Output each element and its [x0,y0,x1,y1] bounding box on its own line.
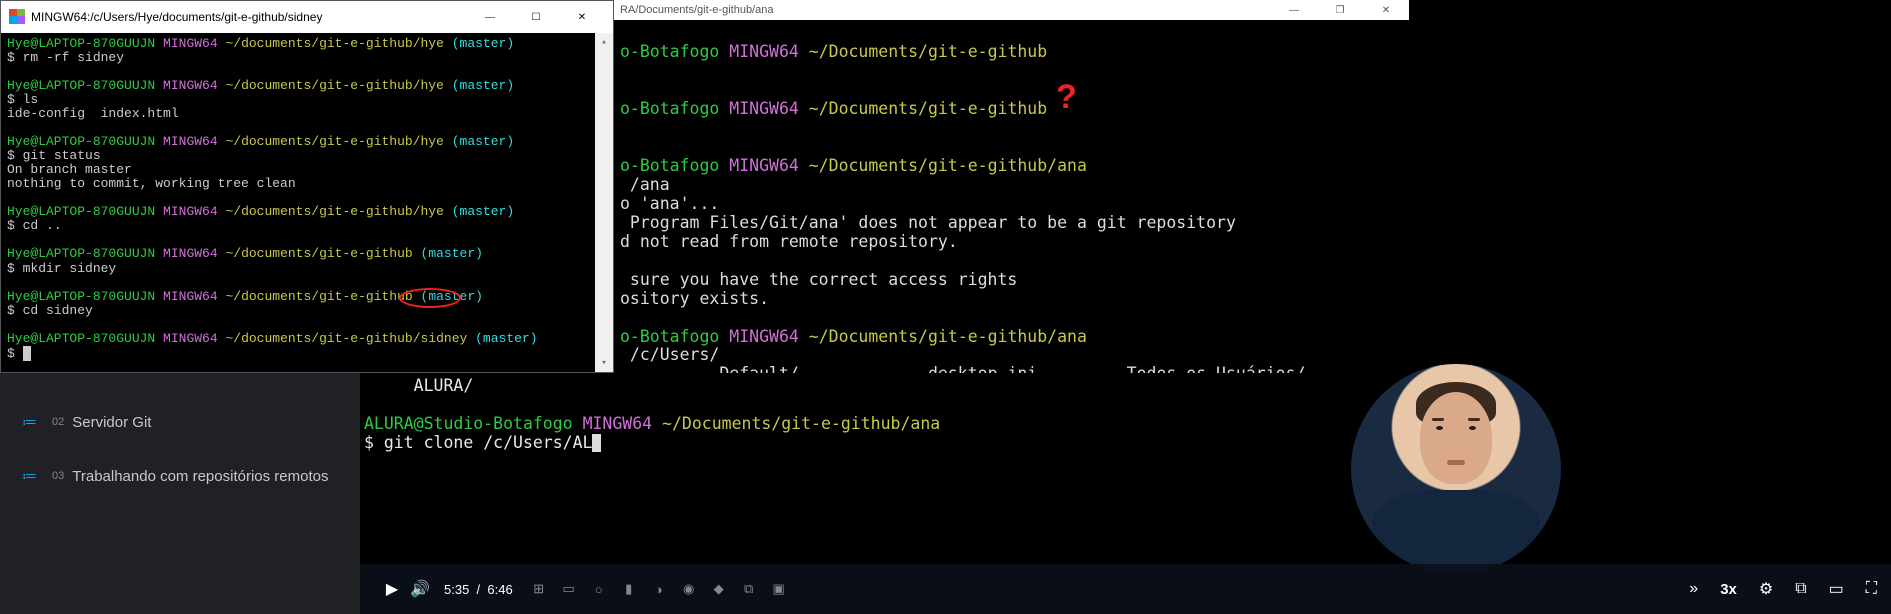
window-title: MINGW64:/c/Users/Hye/documents/git-e-git… [31,10,467,24]
titlebar[interactable]: MINGW64:/c/Users/Hye/documents/git-e-git… [1,1,613,33]
volume-button[interactable]: 🔊 [406,579,434,599]
scrollbar[interactable]: ▴ ▾ [595,33,613,372]
course-sidebar: ≔ 02 Servidor Git ≔ 03 Trabalhando com r… [0,373,360,614]
close-button[interactable]: ✕ [1363,0,1409,20]
presenter-webcam [1351,364,1561,574]
gitbash-window-left: MINGW64:/c/Users/Hye/documents/git-e-git… [0,0,614,373]
scroll-up-icon[interactable]: ▴ [595,33,613,51]
sidebar-item-number: 02 [52,416,64,428]
cortana-icon[interactable]: ○ [591,581,607,597]
settings-icon[interactable]: ⚙ [1759,579,1773,599]
windows-icon[interactable]: ⊞ [531,581,547,597]
edge-icon[interactable]: ◑ [651,581,667,597]
maximize-button[interactable]: ☐ [513,2,559,32]
fast-forward-button[interactable]: » [1689,580,1698,598]
sidebar-item-label: Trabalhando com repositórios remotos [72,468,328,485]
task-view-icon[interactable]: ▭ [561,581,577,597]
list-icon: ≔ [22,467,38,485]
app-icon[interactable]: ◆ [711,581,727,597]
theater-icon[interactable]: ▭ [1829,579,1844,599]
scroll-down-icon[interactable]: ▾ [595,354,613,372]
vscode-icon[interactable]: ⧉ [741,581,757,597]
sidebar-item-servidor-git[interactable]: ≔ 02 Servidor Git [0,395,360,449]
list-icon: ≔ [22,413,38,431]
player-right-controls: » 3x ⚙ ⧉ ▭ ⛶ [1561,564,1891,614]
fullscreen-icon[interactable]: ⛶ [1866,580,1877,598]
sidebar-item-number: 03 [52,470,64,482]
playback-speed[interactable]: 3x [1720,581,1737,598]
time-display: 5:35 / 6:46 [444,582,513,597]
window-title: RA/Documents/git-e-github/ana [620,4,773,16]
sidebar-item-label: Servidor Git [72,414,151,431]
minimize-button[interactable]: — [467,2,513,32]
gitbash-window-right-titlebar[interactable]: RA/Documents/git-e-github/ana — ❐ ✕ [614,0,1409,20]
taskbar-app-icons: ⊞ ▭ ○ ▮ ◑ ◉ ◆ ⧉ ▣ [531,581,787,597]
chrome-icon[interactable]: ◉ [681,581,697,597]
play-button[interactable]: ▶ [378,579,406,599]
minimize-button[interactable]: — [1271,0,1317,20]
maximize-button[interactable]: ❐ [1317,0,1363,20]
video-player-bar: ▶ 🔊 5:35 / 6:46 ⊞ ▭ ○ ▮ ◑ ◉ ◆ ⧉ ▣ [360,564,1561,614]
pip-icon[interactable]: ⧉ [1795,580,1806,598]
terminal-icon[interactable]: ▣ [771,581,787,597]
sidebar-item-repositorios-remotos[interactable]: ≔ 03 Trabalhando com repositórios remoto… [0,449,360,503]
close-button[interactable]: ✕ [559,2,605,32]
terminal-output[interactable]: Hye@LAPTOP-870GUUJN MINGW64 ~/documents/… [1,33,595,372]
video-terminal-lower: ALURA/ ALURA@Studio-Botafogo MINGW64 ~/D… [360,373,1409,564]
folder-icon[interactable]: ▮ [621,581,637,597]
